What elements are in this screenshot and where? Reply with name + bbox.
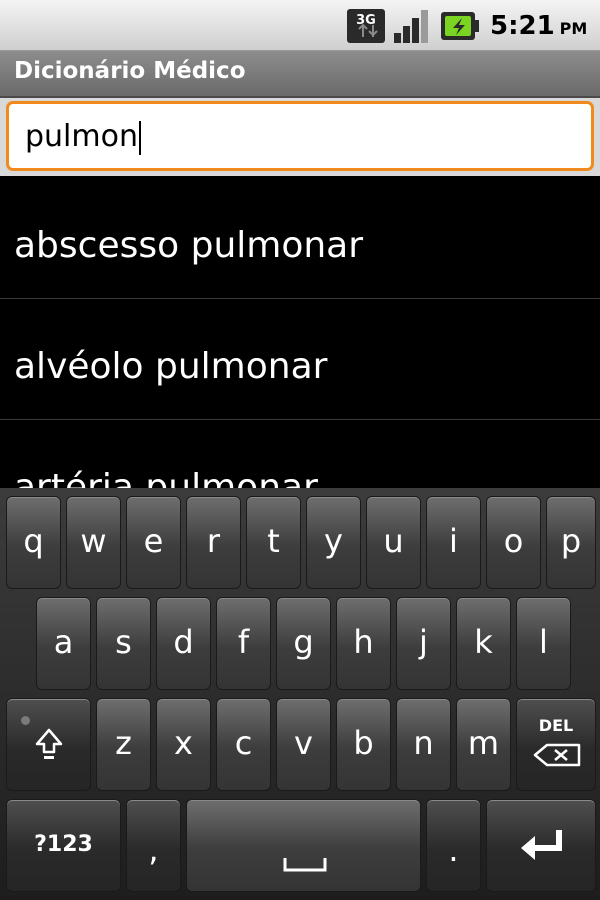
app-title: Dicionário Médico bbox=[14, 58, 246, 84]
key-r[interactable]: r bbox=[186, 496, 241, 589]
key-o[interactable]: o bbox=[486, 496, 541, 589]
key-s[interactable]: s bbox=[96, 597, 151, 690]
enter-icon bbox=[521, 830, 562, 860]
space-icon bbox=[283, 858, 327, 872]
key-z[interactable]: z bbox=[96, 698, 151, 791]
list-item-label: abscesso pulmonar bbox=[14, 225, 364, 266]
search-input-text: pulmon bbox=[25, 118, 141, 156]
key-u[interactable]: u bbox=[366, 496, 421, 589]
app-title-bar: Dicionário Médico bbox=[0, 51, 600, 98]
signal-icon bbox=[394, 10, 428, 43]
battery-charging-icon bbox=[441, 12, 479, 40]
soft-keyboard: q w e r t y u i o p a s d f g h j k l z … bbox=[0, 488, 600, 900]
shift-arrow-icon bbox=[35, 728, 63, 759]
key-v[interactable]: v bbox=[276, 698, 331, 791]
list-item[interactable]: abscesso pulmonar bbox=[0, 178, 600, 299]
spacebar[interactable] bbox=[186, 799, 421, 892]
key-e[interactable]: e bbox=[126, 496, 181, 589]
clock-time: 5:21 bbox=[490, 11, 555, 41]
results-list: abscesso pulmonar alvéolo pulmonar artér… bbox=[0, 178, 600, 500]
key-a[interactable]: a bbox=[36, 597, 91, 690]
list-item-label: alvéolo pulmonar bbox=[14, 346, 328, 387]
shift-key[interactable] bbox=[6, 698, 91, 791]
backspace-icon bbox=[533, 743, 581, 767]
shift-indicator-dot bbox=[21, 716, 30, 725]
search-area: pulmon bbox=[0, 98, 600, 176]
search-input-value: pulmon bbox=[25, 119, 138, 154]
key-n[interactable]: n bbox=[396, 698, 451, 791]
clock-ampm: PM bbox=[559, 19, 588, 38]
enter-key[interactable] bbox=[486, 799, 596, 892]
key-w[interactable]: w bbox=[66, 496, 121, 589]
key-t[interactable]: t bbox=[246, 496, 301, 589]
key-k[interactable]: k bbox=[456, 597, 511, 690]
key-m[interactable]: m bbox=[456, 698, 511, 791]
key-x[interactable]: x bbox=[156, 698, 211, 791]
key-j[interactable]: j bbox=[396, 597, 451, 690]
search-input[interactable]: pulmon bbox=[6, 101, 594, 171]
key-g[interactable]: g bbox=[276, 597, 331, 690]
list-item[interactable]: alvéolo pulmonar bbox=[0, 299, 600, 420]
status-bar: 3G 5:21 PM bbox=[0, 0, 600, 51]
key-d[interactable]: d bbox=[156, 597, 211, 690]
key-h[interactable]: h bbox=[336, 597, 391, 690]
delete-key-label: DEL bbox=[538, 716, 574, 735]
key-y[interactable]: y bbox=[306, 496, 361, 589]
period-key[interactable]: . bbox=[426, 799, 481, 892]
key-l[interactable]: l bbox=[516, 597, 571, 690]
key-p[interactable]: p bbox=[546, 496, 596, 589]
text-cursor bbox=[138, 120, 141, 155]
symbols-key[interactable]: ?123 bbox=[6, 799, 121, 892]
delete-key[interactable]: DEL bbox=[516, 698, 596, 791]
key-q[interactable]: q bbox=[6, 496, 61, 589]
key-b[interactable]: b bbox=[336, 698, 391, 791]
clock: 5:21 PM bbox=[490, 10, 600, 42]
key-f[interactable]: f bbox=[216, 597, 271, 690]
key-i[interactable]: i bbox=[426, 496, 481, 589]
key-c[interactable]: c bbox=[216, 698, 271, 791]
3g-icon: 3G bbox=[347, 9, 385, 43]
comma-key[interactable]: , bbox=[126, 799, 181, 892]
